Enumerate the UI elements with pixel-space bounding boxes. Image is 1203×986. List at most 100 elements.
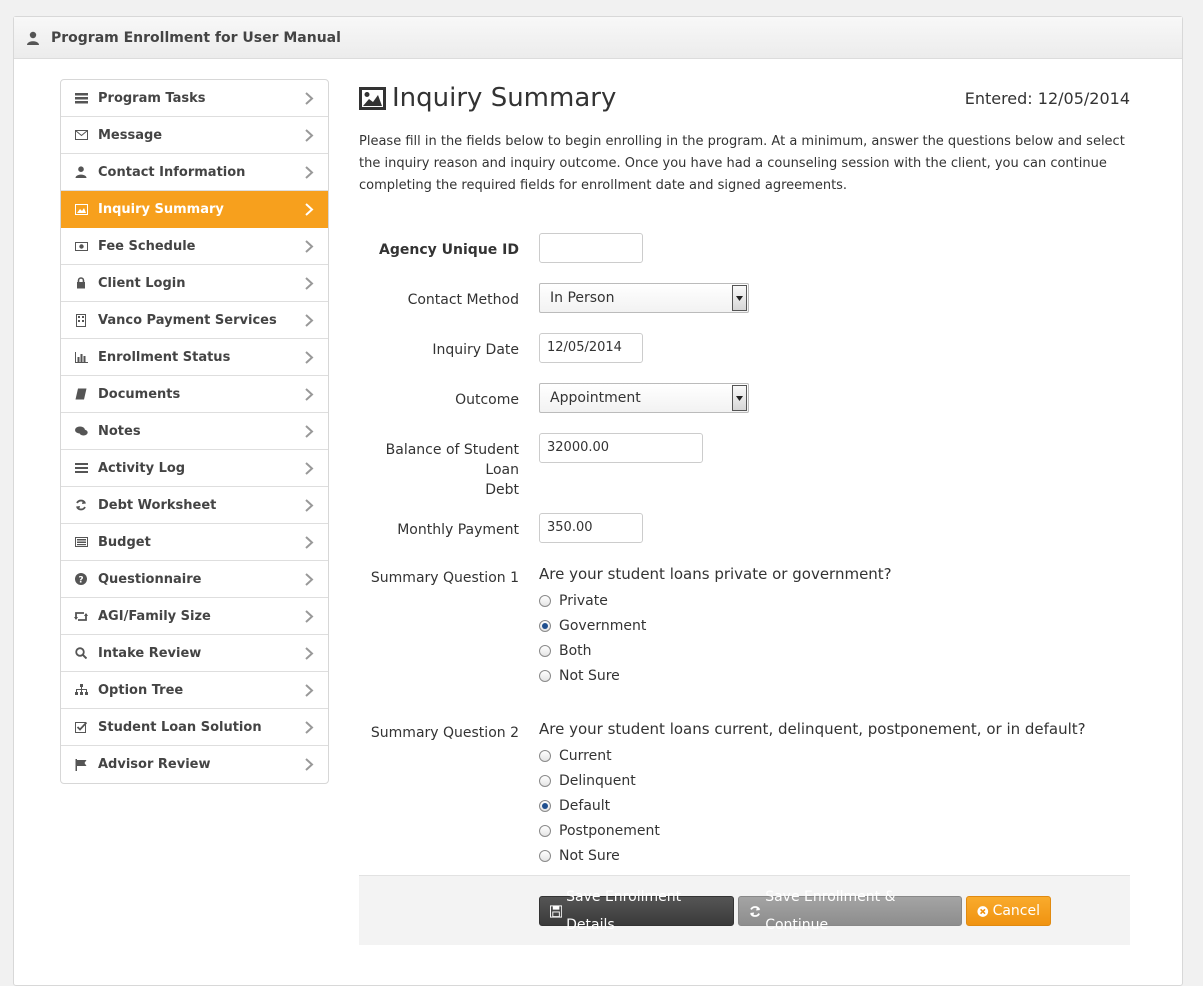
building-icon [74,313,88,327]
sidebar-item-option-tree[interactable]: Option Tree [61,672,328,709]
q2-option-delinquent[interactable]: Delinquent [539,771,636,791]
cancel-button[interactable]: Cancel [966,896,1051,926]
sidebar-item-label: Advisor Review [98,757,211,772]
sidebar-item-label: Intake Review [98,645,202,661]
radio-button[interactable] [539,645,551,657]
sidebar-item-notes[interactable]: Notes [61,413,328,450]
sidebar-item-client-login[interactable]: Client Login [61,265,328,302]
q1-option-government[interactable]: Government [539,616,646,636]
chevron-right-icon [305,721,314,734]
button-label: Cancel [992,903,1040,919]
q2-option-default[interactable]: Default [539,796,610,816]
outcome-label: Outcome [455,392,519,408]
chevron-down-icon[interactable] [732,285,747,311]
chevron-right-icon [305,647,314,660]
check-square-icon [74,720,88,734]
picture-icon [359,86,386,110]
inquiry-date-input[interactable]: 12/05/2014 [539,333,643,363]
chevron-right-icon [305,499,314,512]
radio-button[interactable] [539,750,551,762]
enrollment-panel: Program Enrollment for User Manual Progr… [13,16,1183,986]
sidebar-item-intake-review[interactable]: Intake Review [61,635,328,672]
save-enrollment-details-button[interactable]: Save Enrollment Details [539,889,734,933]
sidebar-item-agi-family-size[interactable]: AGI/Family Size [61,598,328,635]
entered-date: Entered: 12/05/2014 [964,89,1130,108]
bar-chart-icon [74,350,88,364]
sidebar-item-contact-information[interactable]: Contact Information [61,154,328,191]
sidebar-item-label: Activity Log [98,460,186,476]
radio-label: Current [559,748,612,764]
sidebar-nav: Program Tasks Message Contact Informatio… [60,79,329,784]
radio-button[interactable] [539,595,551,607]
sidebar-item-vanco-payment-services[interactable]: Vanco Payment Services [61,302,328,339]
sidebar-item-message[interactable]: Message [61,117,328,154]
save-and-continue-button[interactable]: Save Enrollment & Continue [738,889,962,933]
q2-option-postponement[interactable]: Postponement [539,821,660,841]
sidebar-item-enrollment-status[interactable]: Enrollment Status [61,339,328,376]
summary-question-1-text: Are your student loans private or govern… [539,565,892,583]
user-icon [27,31,39,45]
balance-input[interactable]: 32000.00 [539,433,703,463]
sidebar-item-budget[interactable]: Budget [61,524,328,561]
chevron-right-icon [305,351,314,364]
chevron-right-icon [305,277,314,290]
q1-option-not-sure[interactable]: Not Sure [539,666,620,686]
chevron-down-icon[interactable] [732,385,747,411]
q1-option-both[interactable]: Both [539,641,592,661]
chevron-right-icon [305,240,314,253]
radio-label: Not Sure [559,668,620,684]
balance-label-line2: Debt [485,482,519,498]
main-content: Inquiry Summary Entered: 12/05/2014 Plea… [359,79,1130,864]
radio-label: Delinquent [559,773,636,789]
button-label: Save Enrollment Details [566,889,682,933]
radio-button[interactable] [539,850,551,862]
contact-method-select[interactable]: In Person [539,283,749,313]
calculator-icon [74,535,88,549]
outcome-select[interactable]: Appointment [539,383,749,413]
sidebar-item-label: Fee Schedule [98,238,196,254]
sidebar-item-inquiry-summary[interactable]: Inquiry Summary [61,191,328,228]
radio-label: Both [559,643,592,659]
question-icon: ? [74,572,88,586]
radio-button[interactable] [539,670,551,682]
money-icon [74,239,88,253]
sidebar-item-program-tasks[interactable]: Program Tasks [61,80,328,117]
radio-button-checked[interactable] [539,800,551,812]
q2-option-current[interactable]: Current [539,746,612,766]
sidebar-item-student-loan-solution[interactable]: Student Loan Solution [61,709,328,746]
monthly-payment-input[interactable]: 350.00 [539,513,643,543]
chevron-right-icon [305,536,314,549]
chevron-right-icon [305,462,314,475]
refresh-icon [750,905,761,917]
user-icon [74,165,88,179]
outcome-value: Appointment [550,390,641,406]
sidebar-item-debt-worksheet[interactable]: Debt Worksheet [61,487,328,524]
chevron-right-icon [305,166,314,179]
radio-button-checked[interactable] [539,620,551,632]
radio-button[interactable] [539,775,551,787]
q2-option-not-sure[interactable]: Not Sure [539,846,620,866]
sidebar-item-documents[interactable]: Documents [61,376,328,413]
chevron-right-icon [305,314,314,327]
sidebar-item-label: AGI/Family Size [98,608,211,624]
form-actions: Save Enrollment Details Save Enrollment … [359,875,1130,945]
sidebar-item-advisor-review[interactable]: Advisor Review [61,746,328,783]
radio-button[interactable] [539,825,551,837]
close-circle-icon [977,905,989,917]
agency-id-label: Agency Unique ID [379,242,519,258]
chevron-right-icon [305,684,314,697]
q1-option-private[interactable]: Private [539,591,608,611]
chevron-right-icon [305,573,314,586]
sidebar-item-label: Vanco Payment Services [98,312,277,328]
sidebar-item-label: Budget [98,534,151,550]
agency-id-input[interactable] [539,233,643,263]
radio-label: Government [559,618,647,634]
title-row: Inquiry Summary Entered: 12/05/2014 [359,79,1130,119]
svg-text:?: ? [78,576,83,586]
sidebar-item-questionnaire[interactable]: ? Questionnaire [61,561,328,598]
sidebar-item-fee-schedule[interactable]: Fee Schedule [61,228,328,265]
flag-icon [74,758,88,772]
sidebar-item-activity-log[interactable]: Activity Log [61,450,328,487]
sidebar-item-label: Inquiry Summary [98,201,224,217]
inquiry-date-label: Inquiry Date [432,342,519,358]
